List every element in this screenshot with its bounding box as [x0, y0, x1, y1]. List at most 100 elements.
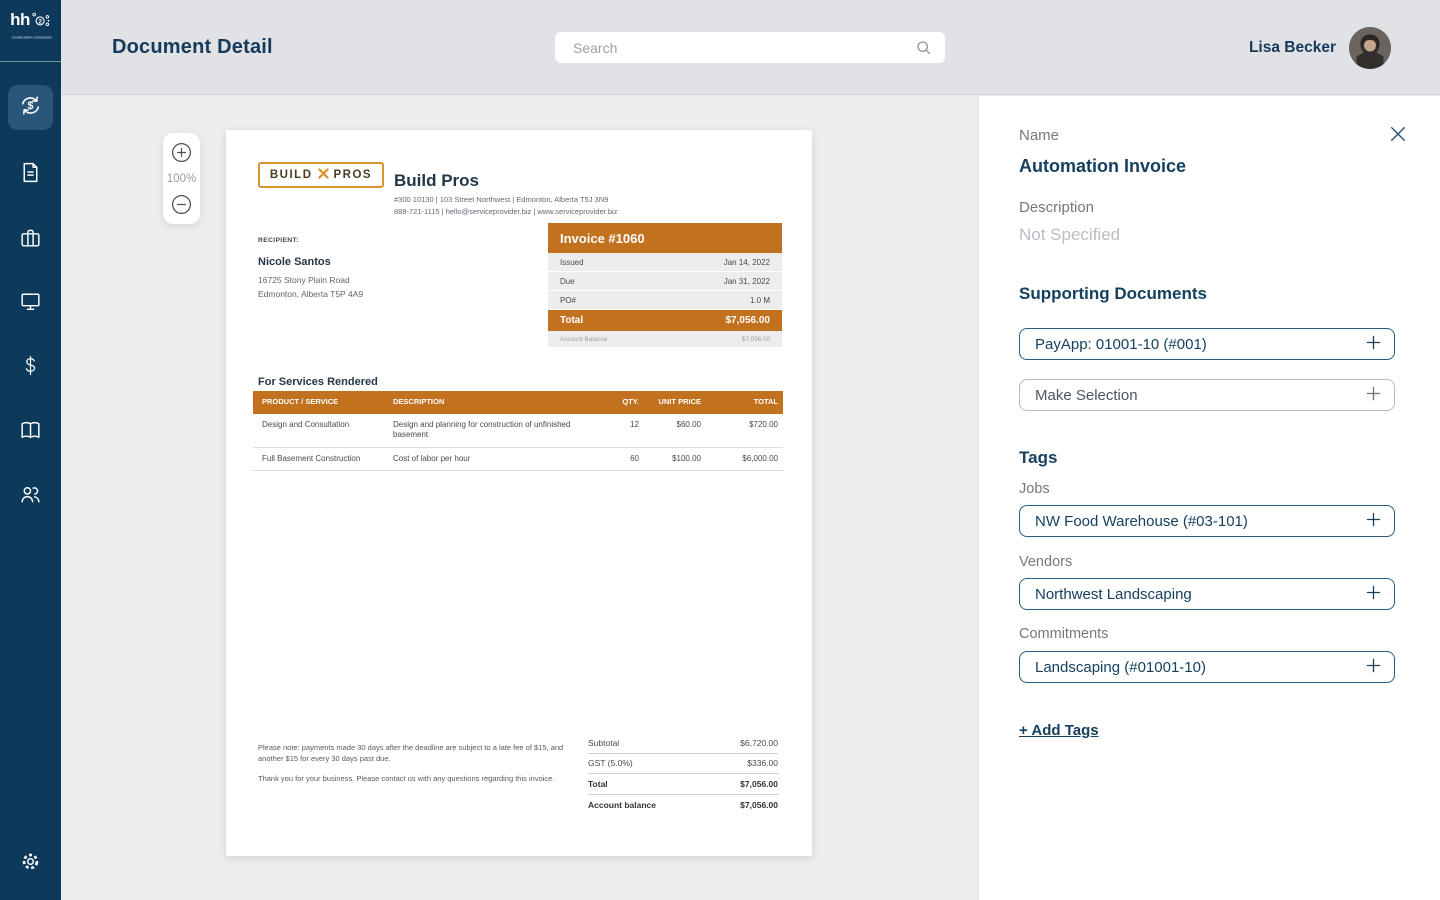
sidebar-item-money-sync[interactable]: $ [8, 85, 53, 130]
add-tags-link[interactable]: + Add Tags [1019, 722, 1099, 739]
table-row: Design and Consultation Design and plann… [253, 414, 783, 448]
totals-value: $336.00 [747, 758, 778, 768]
open-book-icon [18, 418, 43, 448]
balance-label: Account Balance [560, 336, 607, 343]
vendor-tag[interactable]: Northwest Landscaping [1019, 578, 1395, 610]
invoice-notes: Please note: payments made 30 days after… [258, 743, 578, 785]
cell-product: Design and Consultation [253, 420, 384, 441]
detail-panel: Name Automation Invoice Description Not … [978, 96, 1440, 900]
col-header: QTY. [589, 397, 644, 407]
user-menu[interactable]: Lisa Becker [1249, 27, 1391, 69]
totals-row: GST (5.0%) $336.00 [588, 754, 778, 775]
search-icon[interactable] [915, 39, 932, 61]
totals-value: $7,056.00 [740, 800, 778, 810]
table-row: Full Basement Construction Cost of labor… [253, 448, 783, 472]
job-tag[interactable]: NW Food Warehouse (#03-101) [1019, 505, 1395, 537]
invoice-number: Invoice #1060 [548, 223, 782, 253]
tags-title: Tags [1019, 448, 1057, 468]
close-icon[interactable] [1389, 125, 1407, 143]
commitments-label: Commitments [1019, 626, 1108, 642]
page-title: Document Detail [112, 36, 273, 59]
invoice-balance-row: Account Balance $7,056.00 [548, 331, 782, 347]
sidebar-item-payments[interactable] [8, 345, 53, 390]
sidebar-item-settings[interactable] [8, 841, 53, 886]
vendors-label: Vendors [1019, 554, 1072, 570]
sidebar-divider [0, 61, 61, 62]
sidebar-item-documents[interactable] [8, 152, 53, 197]
app-logo: hh 2 Construction Connected [0, 10, 61, 42]
meta-label: PO# [560, 296, 576, 305]
totals-row: Account balance $7,056.00 [588, 795, 778, 816]
zoom-in-button[interactable] [171, 142, 192, 163]
supporting-document-item[interactable]: PayApp: 01001-10 (#001) [1019, 328, 1395, 360]
invoice-meta-row: PO# 1.0 M [548, 291, 782, 310]
meta-value: Jan 14, 2022 [724, 258, 770, 267]
balance-value: $7,056.00 [742, 336, 770, 343]
make-selection-label: Make Selection [1035, 387, 1138, 404]
logo-mark-icon: 2 [31, 10, 51, 35]
document-viewer: 100% BUILD PROS Build Pros [61, 96, 978, 900]
sidebar-item-people[interactable] [8, 474, 53, 519]
invoice-meta-row: Due Jan 31, 2022 [548, 272, 782, 291]
jobs-label: Jobs [1019, 481, 1050, 497]
money-sync-icon: $ [17, 92, 44, 124]
invoice-note1: Please note: payments made 30 days after… [258, 743, 578, 764]
document-icon [18, 160, 43, 190]
recipient-name: Nicole Santos [258, 256, 331, 268]
sidebar-item-monitor[interactable] [8, 281, 53, 326]
search-box [555, 32, 945, 63]
job-tag-label: NW Food Warehouse (#03-101) [1035, 513, 1248, 530]
cell-unit-price: $100.00 [644, 454, 706, 465]
meta-label: Due [560, 277, 575, 286]
logo-subtext: Construction Connected [12, 36, 50, 40]
make-selection-field[interactable]: Make Selection [1019, 379, 1395, 411]
totals-value: $6,720.00 [740, 738, 778, 748]
invoice-document-page: BUILD PROS Build Pros #300 10130 | 103 S… [226, 130, 812, 856]
services-table: PRODUCT / SERVICE DESCRIPTION QTY. UNIT … [253, 391, 783, 471]
meta-value: Jan 31, 2022 [724, 277, 770, 286]
recipient-address: 16725 Stony Plain Road Edmonton, Alberta… [258, 274, 363, 301]
sidebar: hh 2 Construction Connected [0, 0, 61, 900]
cell-qty: 60 [589, 454, 644, 465]
col-header: PRODUCT / SERVICE [253, 397, 384, 407]
meta-value: 1.0 M [750, 296, 770, 305]
invoice-company-contact: #300 10130 | 103 Street Northwest | Edmo… [394, 194, 617, 218]
zoom-level: 100% [167, 173, 196, 185]
totals-label: GST (5.0%) [588, 758, 633, 768]
invoice-note2: Thank you for your business. Please cont… [258, 774, 578, 785]
col-header: DESCRIPTION [384, 397, 589, 407]
sidebar-item-jobs[interactable] [8, 218, 53, 263]
col-header: UNIT PRICE [644, 397, 706, 407]
zoom-out-button[interactable] [171, 194, 192, 215]
monitor-icon [18, 289, 43, 319]
supporting-documents-title: Supporting Documents [1019, 284, 1207, 304]
user-name: Lisa Becker [1249, 39, 1336, 57]
plus-icon[interactable] [1366, 386, 1381, 405]
company-address-line: #300 10130 | 103 Street Northwest | Edmo… [394, 194, 617, 206]
document-detail-page: hh 2 Construction Connected [0, 0, 1440, 900]
invoice-meta-row: Issued Jan 14, 2022 [548, 253, 782, 272]
plus-icon[interactable] [1366, 658, 1381, 677]
avatar[interactable] [1349, 27, 1391, 69]
people-icon [18, 482, 43, 512]
document-description: Not Specified [1019, 225, 1120, 245]
commitment-tag[interactable]: Landscaping (#01001-10) [1019, 651, 1395, 683]
supporting-document-label: PayApp: 01001-10 (#001) [1035, 336, 1207, 353]
totals-row: Subtotal $6,720.00 [588, 733, 778, 754]
plus-icon[interactable] [1366, 512, 1381, 531]
briefcase-icon [18, 226, 43, 256]
document-name: Automation Invoice [1019, 156, 1186, 177]
search-input[interactable] [555, 32, 945, 63]
invoice-company-name: Build Pros [394, 171, 479, 191]
cell-total: $720.00 [706, 420, 783, 441]
total-value: $7,056.00 [726, 315, 771, 326]
top-header: Document Detail Lisa Becker [61, 0, 1440, 95]
total-label: Total [560, 315, 583, 326]
totals-row: Total $7,056.00 [588, 774, 778, 795]
cell-product: Full Basement Construction [253, 454, 384, 465]
sidebar-item-library[interactable] [8, 410, 53, 455]
plus-icon[interactable] [1366, 335, 1381, 354]
plus-icon[interactable] [1366, 585, 1381, 604]
invoice-logo: BUILD PROS [258, 162, 384, 188]
totals-label: Subtotal [588, 738, 619, 748]
